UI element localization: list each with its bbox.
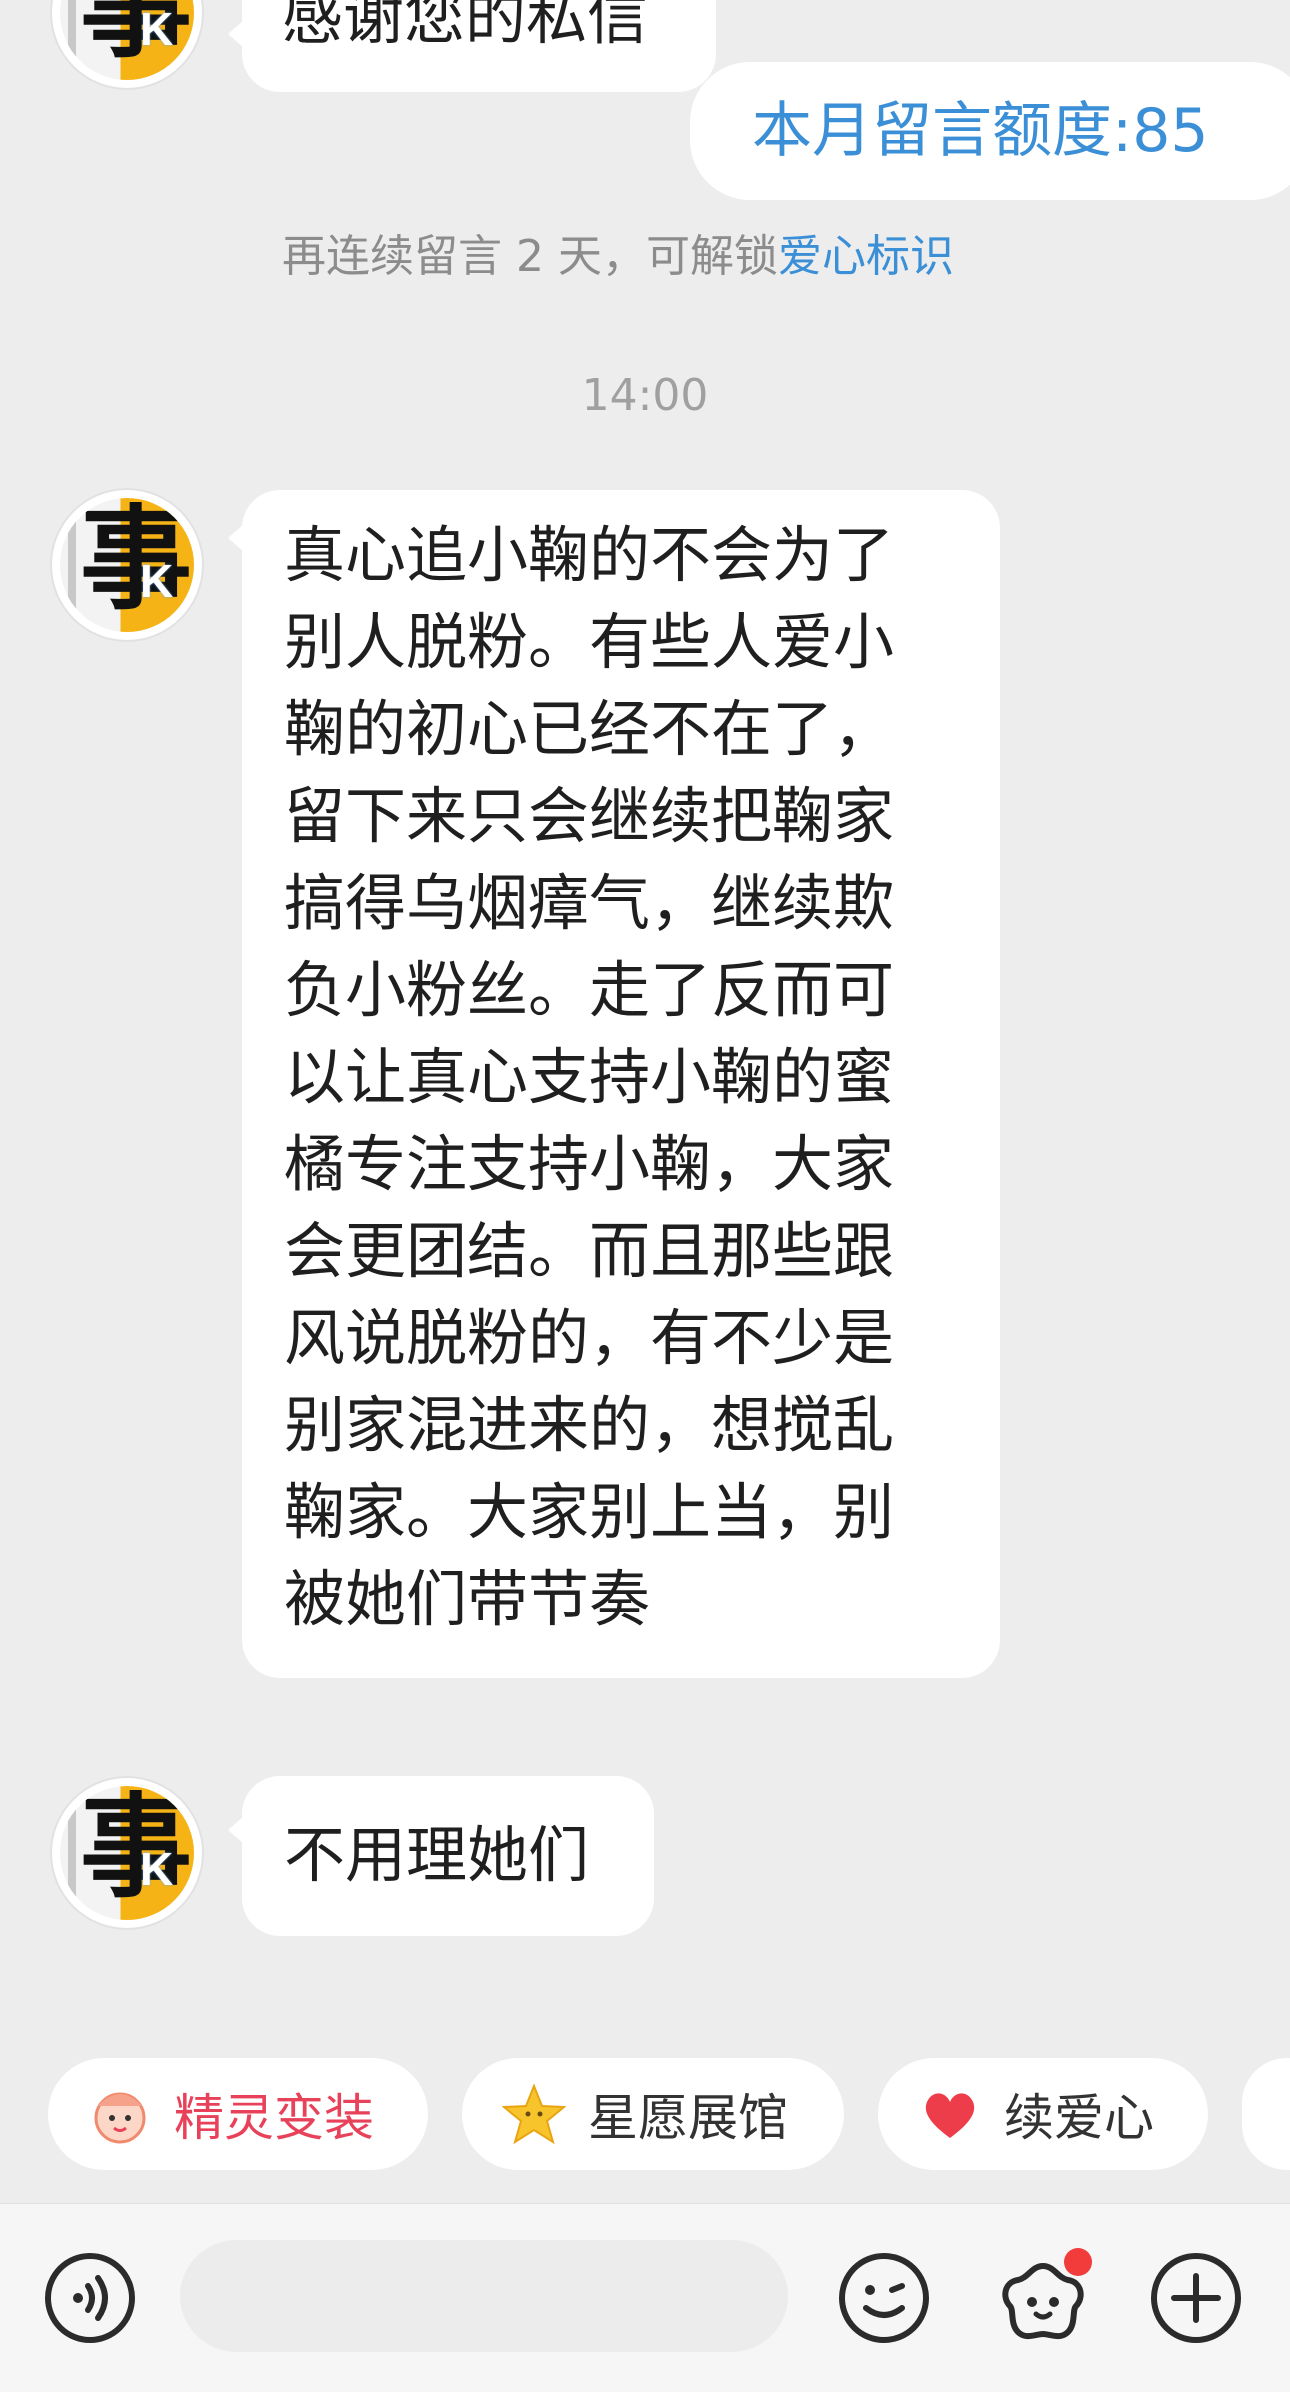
quota-bubble[interactable]: 本月留言额度:85	[690, 62, 1290, 200]
sender-avatar[interactable]: 事K	[52, 0, 202, 88]
quota-text: 本月留言额度:85	[752, 96, 1209, 166]
message-input[interactable]	[180, 2240, 788, 2352]
message-text: 不用理她们	[284, 1820, 590, 1891]
chip-star-gallery[interactable]: 星愿展馆	[462, 2058, 844, 2170]
message-line: 别人脱粉。有些人爱小	[284, 607, 895, 678]
chip-label: 精灵变装	[174, 2089, 374, 2147]
timestamp: 14:00	[581, 370, 709, 421]
message-line: 会更团结。而且那些跟	[284, 1216, 895, 1287]
emoji-icon[interactable]	[836, 2250, 932, 2346]
message-line: 别家混进来的，想搅乱	[284, 1390, 895, 1461]
input-toolbar	[0, 2203, 1290, 2392]
hint-text: 再连续留言 2 天，可解锁	[282, 231, 778, 282]
message-line: 负小粉丝。走了反而可	[284, 955, 895, 1026]
voice-icon[interactable]	[44, 2252, 136, 2344]
message-line: 以让真心支持小鞠的蜜	[284, 1042, 895, 1113]
chip-sprite-dressup[interactable]: 精灵变装	[48, 2058, 428, 2170]
message-text: 真心追小鞠的不会为了 别人脱粉。有些人爱小 鞠的初心已经不在了， 留下来只会继续…	[284, 512, 984, 1643]
message-line: 风说脱粉的，有不少是	[284, 1303, 895, 1374]
heart-icon	[918, 2082, 982, 2146]
sprite-icon[interactable]	[988, 2244, 1098, 2354]
chip-renew-heart[interactable]: 续爱心	[878, 2058, 1208, 2170]
message-line: 留下来只会继续把鞠家	[284, 781, 895, 852]
chip-label: 续爱心	[1004, 2089, 1154, 2147]
message-line: 搞得乌烟瘴气，继续欺	[284, 868, 895, 939]
message-bubble[interactable]: 真心追小鞠的不会为了 别人脱粉。有些人爱小 鞠的初心已经不在了， 留下来只会继续…	[228, 490, 1000, 1678]
message-line: 被她们带节奏	[284, 1564, 651, 1635]
sender-avatar[interactable]: 事K	[52, 1778, 202, 1928]
quick-action-bar: 精灵变装 星愿展馆 续爱心	[0, 2058, 1290, 2170]
unlock-hint: 再连续留言 2 天，可解锁爱心标识	[282, 220, 954, 284]
message-bubble[interactable]: 不用理她们	[228, 1776, 654, 1936]
message-line: 鞠的初心已经不在了，	[284, 694, 895, 765]
star-icon	[501, 2082, 567, 2146]
message-bubble[interactable]: 感谢您的私信	[228, 0, 716, 92]
add-icon[interactable]	[1148, 2250, 1244, 2346]
sprite-face-icon	[88, 2082, 152, 2146]
heart-badge-link[interactable]: 爱心标识	[778, 231, 954, 282]
message-line: 鞠家。大家别上当，别	[284, 1477, 895, 1548]
sender-avatar[interactable]: 事K	[52, 490, 202, 640]
message-text: 感谢您的私信	[282, 0, 649, 53]
chip-more[interactable]	[1242, 2058, 1290, 2170]
message-line: 真心追小鞠的不会为了	[284, 520, 895, 591]
message-line: 橘专注支持小鞠，大家	[284, 1129, 895, 1200]
chip-label: 星愿展馆	[588, 2089, 788, 2147]
